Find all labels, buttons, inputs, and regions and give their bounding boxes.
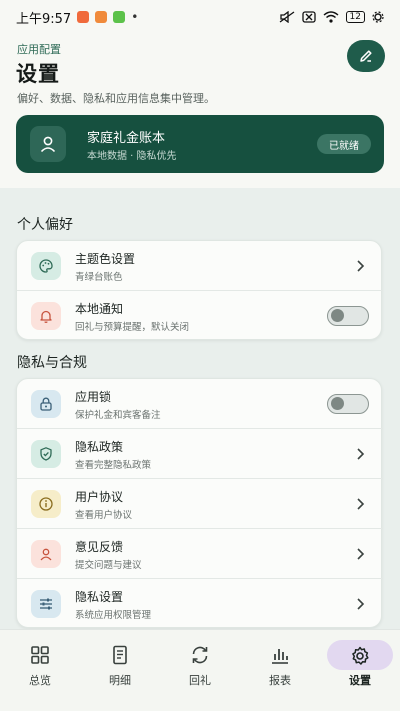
- list-item-title: 隐私设置: [75, 590, 124, 604]
- bar-chart-icon: [272, 649, 288, 664]
- refresh-icon: [192, 646, 208, 664]
- list-item-title: 本地通知: [75, 302, 124, 316]
- section-title-privacy: 隐私与合规: [17, 355, 87, 371]
- nav-item-reports[interactable]: 报表: [240, 630, 320, 700]
- system-nav-area: [0, 699, 400, 711]
- notification-icon: [113, 11, 126, 23]
- list-item-subtitle: 提交问题与建议: [75, 560, 142, 571]
- nav-label: 报表: [269, 674, 291, 687]
- edit-button[interactable]: [347, 40, 385, 72]
- nav-label: 设置: [349, 674, 371, 687]
- list-item-privacy-settings[interactable]: 隐私设置 系统应用权限管理: [17, 579, 383, 629]
- chevron-right-icon: [357, 260, 365, 272]
- list-item-title: 应用锁: [75, 390, 112, 404]
- chevron-right-icon: [357, 448, 365, 460]
- chevron-right-icon: [357, 548, 365, 560]
- wifi-icon: [323, 11, 339, 23]
- chevron-right-icon: [357, 598, 365, 610]
- privacy-compliance-card: 应用锁 保护礼金和宾客备注 隐私政策 查看完整隐私政策 用户协议 查看用户协议 …: [16, 378, 383, 629]
- status-time: 上午9:57: [16, 11, 72, 27]
- status-bar: 上午9:57 • 12: [0, 0, 400, 34]
- list-item-title: 隐私政策: [75, 440, 124, 454]
- app-config-label: 应用配置: [17, 43, 61, 56]
- nav-item-return-gift[interactable]: 回礼: [160, 630, 240, 700]
- list-item-theme-color[interactable]: 主题色设置 青绿台账色: [17, 241, 383, 291]
- lock-icon: [31, 390, 61, 418]
- document-icon: [113, 645, 127, 665]
- section-title-personal: 个人偏好: [17, 217, 73, 233]
- list-item-title: 用户协议: [75, 490, 124, 504]
- settings-header: 应用配置 设置 偏好、数据、隐私和应用信息集中管理。 家庭礼金账本 本地数据 ·…: [0, 34, 400, 188]
- list-item-subtitle: 查看用户协议: [75, 510, 133, 521]
- list-item-subtitle: 查看完整隐私政策: [75, 460, 152, 471]
- gear-icon: [352, 646, 369, 665]
- charging-gear-icon: [372, 11, 384, 23]
- list-item-privacy-policy[interactable]: 隐私政策 查看完整隐私政策: [17, 429, 383, 479]
- pencil-icon: [360, 50, 372, 62]
- list-item-subtitle: 回礼与预算提醒，默认关闭: [75, 322, 190, 333]
- list-item-app-lock[interactable]: 应用锁 保护礼金和宾客备注: [17, 379, 383, 429]
- nav-label: 回礼: [189, 674, 211, 687]
- nav-label: 总览: [29, 674, 51, 687]
- account-subtitle: 本地数据 · 隐私优先: [87, 151, 177, 162]
- list-item-title: 意见反馈: [75, 540, 124, 554]
- nav-item-details[interactable]: 明细: [80, 630, 160, 700]
- page-description: 偏好、数据、隐私和应用信息集中管理。: [17, 92, 215, 105]
- list-item-title: 主题色设置: [75, 252, 136, 266]
- user-icon: [40, 136, 56, 153]
- account-card[interactable]: 家庭礼金账本 本地数据 · 隐私优先 已就绪: [16, 115, 384, 173]
- page-title: 设置: [16, 62, 60, 86]
- nav-label: 明细: [109, 674, 131, 687]
- info-icon: [31, 490, 61, 518]
- grid-icon: [31, 646, 49, 664]
- sim-off-icon: [301, 11, 316, 23]
- status-badge: 已就绪: [317, 134, 371, 154]
- list-item-subtitle: 系统应用权限管理: [75, 610, 152, 621]
- person-icon: [31, 540, 61, 568]
- account-name: 家庭礼金账本: [87, 131, 166, 146]
- list-item-local-notifications[interactable]: 本地通知 回礼与预算提醒，默认关闭: [17, 291, 383, 341]
- bottom-navigation: 总览 明细 回礼 报表 设置: [0, 629, 400, 699]
- shield-icon: [31, 440, 61, 468]
- notification-icon: [95, 11, 108, 23]
- list-item-subtitle: 保护礼金和宾客备注: [75, 410, 161, 421]
- bell-icon: [31, 302, 61, 330]
- list-item-user-agreement[interactable]: 用户协议 查看用户协议: [17, 479, 383, 529]
- chevron-right-icon: [357, 498, 365, 510]
- nav-item-overview[interactable]: 总览: [0, 630, 80, 700]
- notifications-toggle[interactable]: [327, 306, 369, 326]
- personal-preferences-card: 主题色设置 青绿台账色 本地通知 回礼与预算提醒，默认关闭: [16, 240, 383, 341]
- more-notifications-dot: •: [131, 10, 139, 24]
- sliders-icon: [31, 590, 61, 618]
- app-lock-toggle[interactable]: [327, 394, 369, 414]
- list-item-feedback[interactable]: 意见反馈 提交问题与建议: [17, 529, 383, 579]
- palette-icon: [31, 252, 61, 280]
- list-item-subtitle: 青绿台账色: [75, 272, 123, 283]
- notification-icon: [77, 11, 90, 23]
- nav-item-settings[interactable]: 设置: [320, 630, 400, 700]
- mute-icon: [279, 11, 294, 23]
- avatar: [30, 126, 66, 162]
- toggle-knob: [331, 397, 344, 410]
- toggle-knob: [331, 309, 344, 322]
- battery-indicator: 12: [345, 11, 365, 23]
